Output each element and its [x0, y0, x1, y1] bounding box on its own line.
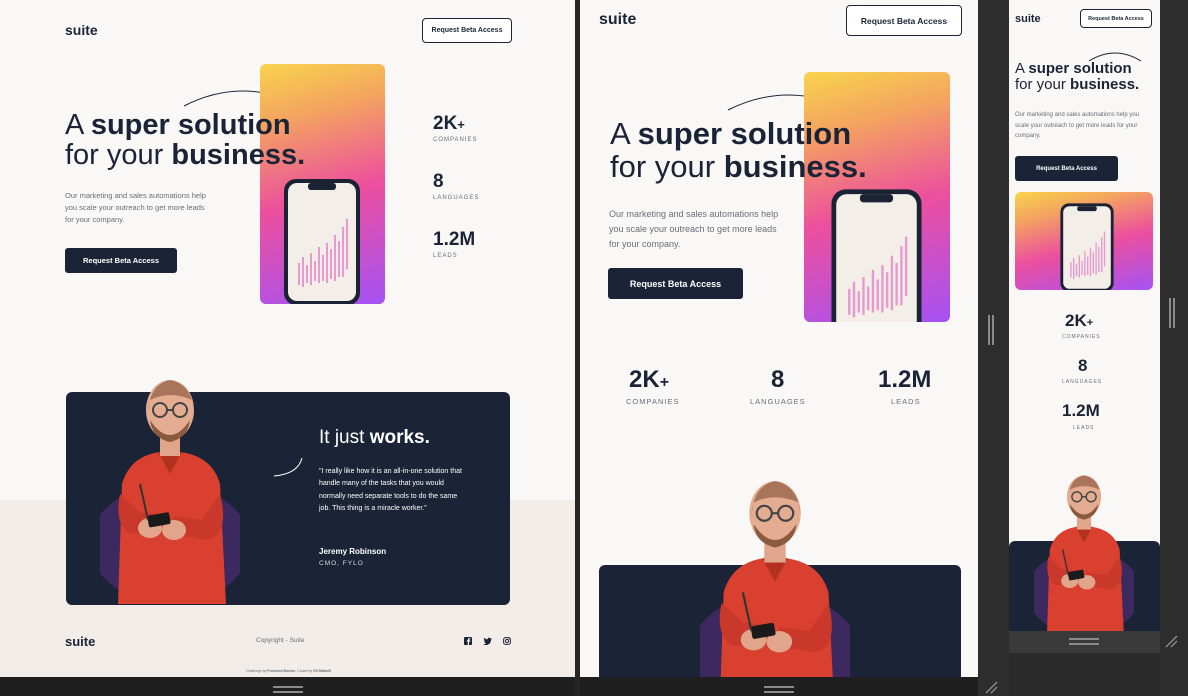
pane-splitter[interactable]	[1160, 0, 1188, 696]
resize-handle-icon[interactable]	[273, 686, 303, 688]
request-beta-button[interactable]: Request Beta Access	[1080, 9, 1152, 28]
pane-splitter[interactable]	[978, 0, 1009, 696]
hero-image	[1015, 192, 1153, 290]
phone-graphic	[282, 177, 362, 304]
phone-graphic	[829, 187, 924, 322]
hero-description: Our marketing and sales automations help…	[609, 209, 779, 249]
hero-image	[804, 72, 950, 322]
hero-image	[260, 64, 385, 304]
resize-handle-icon[interactable]	[1069, 643, 1099, 645]
stat-languages-label: LANGUAGES	[433, 195, 480, 201]
footer-copyright: Copyright - Suite	[256, 637, 305, 644]
hero-description: Our marketing and sales automations help…	[1015, 112, 1140, 139]
stat-languages-value: 8	[1078, 356, 1088, 375]
desktop-preview: suite Request Beta Access A super soluti…	[0, 0, 575, 677]
hero-cta-button[interactable]: Request Beta Access	[65, 248, 177, 273]
frontend-mentor-link[interactable]: Frontend Mentor	[267, 669, 295, 673]
hero-cta-button[interactable]: Request Beta Access	[608, 268, 743, 299]
stat-languages-label: LANGUAGES	[1062, 379, 1103, 385]
hero-cta-button[interactable]: Request Beta Access	[1015, 156, 1118, 181]
stat-companies-value: 2K+	[1065, 311, 1094, 330]
stat-companies-label: COMPANIES	[1062, 334, 1101, 340]
stat-leads-label: LEADS	[1073, 425, 1095, 431]
logo[interactable]: suite	[1015, 13, 1041, 25]
testimonial-photo	[700, 464, 850, 677]
hero-title: A super solution for your business.	[65, 109, 306, 172]
testimonial-quote: "I really like how it is an all-in-one s…	[319, 468, 462, 512]
hero-title: A super solution for your business.	[610, 116, 867, 184]
testimonial-heading: It just works.	[319, 427, 430, 448]
resize-grip-icon[interactable]	[988, 315, 990, 345]
testimonial-photo	[100, 364, 240, 604]
mobile-preview: suite Request Beta Access A super soluti…	[1009, 0, 1160, 631]
stat-companies-label: COMPANIES	[433, 137, 478, 143]
hero-description: Our marketing and sales automations help…	[65, 191, 206, 224]
stat-leads-label: LEADS	[891, 397, 921, 406]
decorative-swoosh	[273, 457, 303, 477]
resize-grip-icon[interactable]	[992, 315, 994, 345]
facebook-icon[interactable]	[464, 637, 472, 645]
corner-resize-icon[interactable]	[1164, 634, 1178, 648]
stat-leads-value: 1.2M	[433, 229, 476, 250]
stat-languages-label: LANGUAGES	[750, 397, 806, 406]
resize-handle-icon[interactable]	[764, 686, 794, 688]
phone-graphic	[1059, 202, 1115, 290]
resize-grip-icon[interactable]	[1173, 298, 1175, 328]
corner-resize-icon[interactable]	[984, 680, 998, 694]
resize-grip-icon[interactable]	[1169, 298, 1171, 328]
stat-languages-value: 8	[771, 366, 785, 393]
stat-leads-value: 1.2M	[878, 366, 932, 393]
testimonial-photo	[1034, 464, 1134, 631]
stat-leads-label: LEADS	[433, 253, 458, 259]
hero-title: A super solution for your business.	[1015, 60, 1140, 93]
bottom-resize-bar[interactable]	[1009, 631, 1160, 653]
request-beta-button[interactable]: Request Beta Access	[846, 5, 962, 36]
twitter-icon[interactable]	[483, 637, 492, 645]
pane-splitter[interactable]	[575, 0, 580, 696]
testimonial-author: Jeremy Robinson	[319, 547, 387, 556]
resize-handle-icon[interactable]	[1069, 638, 1099, 640]
stat-companies-value: 2K+	[629, 366, 670, 393]
stat-languages-value: 8	[433, 171, 444, 192]
logo[interactable]: suite	[599, 11, 636, 29]
request-beta-button[interactable]: Request Beta Access	[422, 18, 512, 43]
logo[interactable]: suite	[65, 22, 98, 38]
testimonial-role: CMO, FYLO	[319, 560, 364, 567]
stat-leads-value: 1.2M	[1062, 401, 1100, 420]
instagram-icon[interactable]	[503, 637, 511, 645]
resize-handle-icon[interactable]	[764, 691, 794, 693]
resize-handle-icon[interactable]	[273, 691, 303, 693]
tablet-preview: suite Request Beta Access A super soluti…	[580, 0, 978, 677]
stat-companies-value: 2K+	[433, 113, 465, 134]
stat-companies-label: COMPANIES	[626, 397, 680, 406]
footer-logo[interactable]: suite	[65, 634, 95, 649]
author-link[interactable]: Gil Rafaelli	[313, 669, 331, 673]
footer-attribution: Challenge by Frontend Mentor. Coded by G…	[246, 669, 332, 673]
